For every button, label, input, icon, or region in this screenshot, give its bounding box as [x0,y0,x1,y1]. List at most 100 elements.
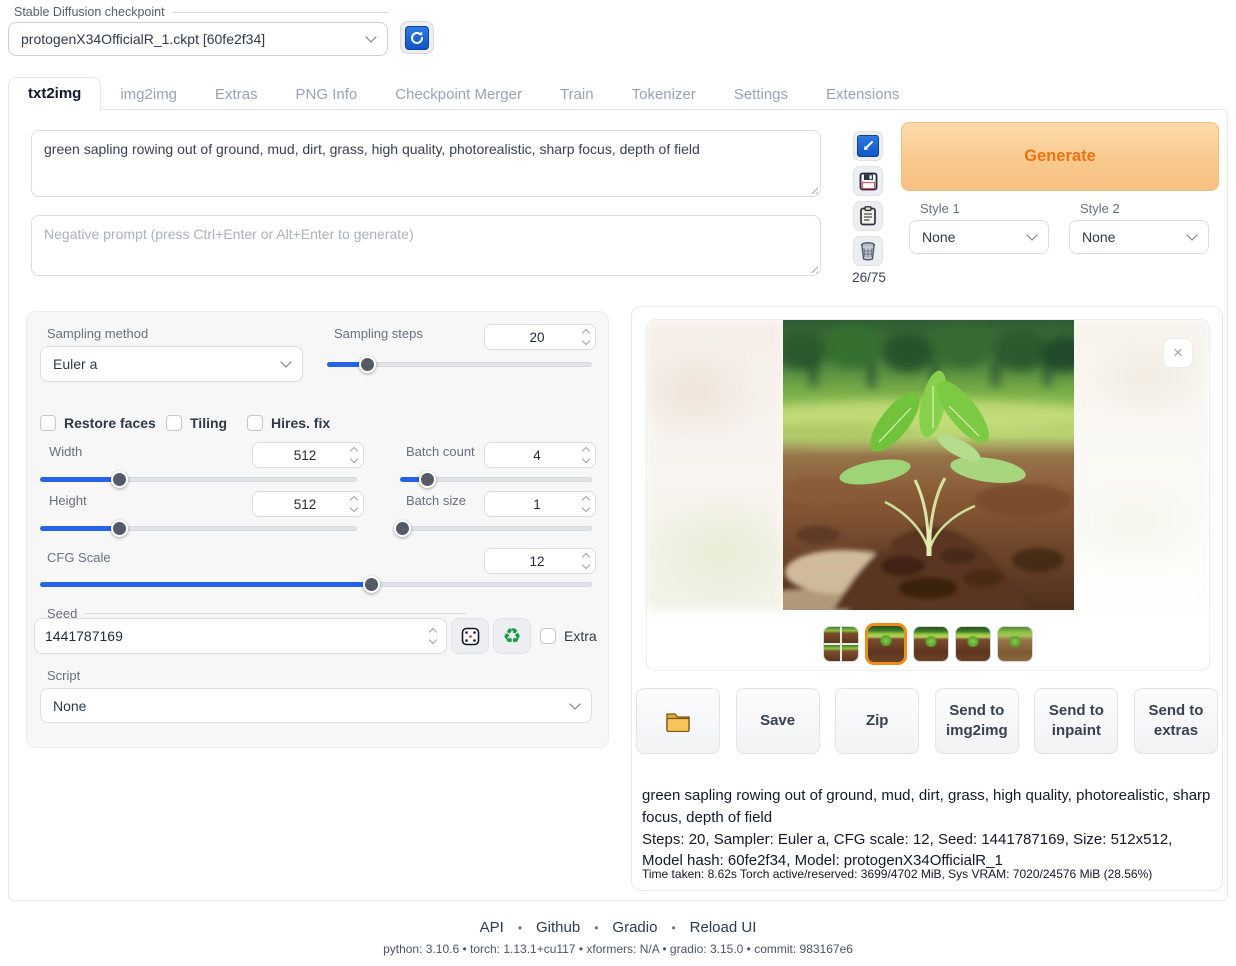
generate-button[interactable]: Generate [901,122,1219,191]
stepper-arrows[interactable] [351,497,357,511]
output-buttons-row: Save Zip Send to img2img Send to inpaint… [636,688,1218,754]
tab-tokenizer[interactable]: Tokenizer [613,79,715,110]
seed-input[interactable]: 1441787169 [34,618,447,654]
footer-link-github[interactable]: Github [536,919,580,936]
checkbox-box[interactable] [166,415,182,431]
thumbnail[interactable] [997,626,1033,662]
generation-info: green sapling rowing out of ground, mud,… [642,785,1212,872]
slider-handle[interactable] [419,471,436,488]
hires-fix-label: Hires. fix [271,415,330,431]
tab-img2img[interactable]: img2img [101,79,196,110]
style2-value: None [1082,229,1188,245]
style2-label: Style 2 [1080,201,1120,216]
bullet: • [671,921,675,935]
send-to-extras-button[interactable]: Send to extras [1134,688,1218,754]
folder-icon [665,710,691,732]
extra-seed-checkbox[interactable]: Extra [540,628,597,644]
batch-count-label: Batch count [406,444,475,459]
clear-prompt-button[interactable] [853,236,883,266]
stepper-arrows[interactable] [351,448,357,462]
save-style-button[interactable] [853,166,883,196]
stepper-arrows[interactable] [583,497,589,511]
thumbnail-selected[interactable] [865,623,907,665]
stepper-arrows[interactable] [583,448,589,462]
footer-link-api[interactable]: API [480,919,504,936]
blurred-preview-left [647,320,784,610]
label-divider [85,613,466,614]
send-to-inpaint-button[interactable]: Send to inpaint [1034,688,1118,754]
checkpoint-dropdown[interactable]: protogenX34OfficialR_1.ckpt [60fe2f34] [8,22,388,56]
slider-handle[interactable] [111,471,128,488]
sampling-steps-input[interactable]: 20 [484,324,596,350]
tiling-checkbox[interactable]: Tiling [166,415,227,431]
close-image-button[interactable]: × [1163,338,1193,368]
hires-fix-checkbox[interactable]: Hires. fix [247,415,330,431]
width-slider[interactable] [40,471,357,487]
restore-faces-checkbox[interactable]: Restore faces [40,415,156,431]
cfg-scale-slider[interactable] [40,576,592,592]
close-icon: × [1173,343,1183,363]
batch-size-input[interactable]: 1 [484,491,596,517]
negative-prompt-input[interactable] [31,215,821,276]
slider-handle[interactable] [363,576,380,593]
height-input[interactable]: 512 [252,491,364,517]
footer-link-reload-ui[interactable]: Reload UI [690,919,757,936]
width-label: Width [49,444,82,459]
checkbox-box[interactable] [540,628,556,644]
sampling-steps-slider[interactable] [327,356,592,372]
tab-checkpoint-merger[interactable]: Checkpoint Merger [376,79,541,110]
paste-params-button[interactable] [853,131,883,161]
tab-extras[interactable]: Extras [196,79,277,110]
zip-button[interactable]: Zip [835,688,919,754]
tab-train[interactable]: Train [541,79,613,110]
random-seed-button[interactable] [451,618,489,654]
checkpoint-selector: Stable Diffusion checkpoint protogenX34O… [8,4,388,56]
refresh-checkpoints-button[interactable] [400,21,434,54]
tab-txt2img[interactable]: txt2img [8,77,101,111]
height-value: 512 [259,497,351,512]
seed-value: 1441787169 [45,628,430,644]
generated-image[interactable] [783,320,1074,610]
extra-label: Extra [564,628,597,644]
cfg-scale-label: CFG Scale [47,550,111,565]
batch-count-value: 4 [491,448,583,463]
prompt-input[interactable]: green sapling rowing out of ground, mud,… [31,130,821,197]
slider-handle[interactable] [359,356,376,373]
batch-count-slider[interactable] [400,471,592,487]
batch-size-label: Batch size [406,493,466,508]
slider-handle[interactable] [111,520,128,537]
batch-count-input[interactable]: 4 [484,442,596,468]
send-to-img2img-button[interactable]: Send to img2img [935,688,1019,754]
cfg-scale-input[interactable]: 12 [484,548,596,574]
prompt-field-wrap: green sapling rowing out of ground, mud,… [31,130,821,197]
thumbnail-grid[interactable] [823,626,859,662]
style1-dropdown[interactable]: None [909,220,1049,254]
generation-settings-panel: Sampling method Euler a Sampling steps 2… [26,311,609,748]
checkbox-box[interactable] [40,415,56,431]
tab-extensions[interactable]: Extensions [807,79,918,110]
tab-settings[interactable]: Settings [715,79,807,110]
slider-handle[interactable] [394,520,411,537]
sampling-method-dropdown[interactable]: Euler a [40,346,303,382]
apply-style-button[interactable] [853,201,883,231]
open-folder-button[interactable] [636,688,720,754]
width-input[interactable]: 512 [252,442,364,468]
tab-png-info[interactable]: PNG Info [277,79,377,110]
footer-link-gradio[interactable]: Gradio [612,919,657,936]
script-dropdown[interactable]: None [40,688,592,723]
thumbnail[interactable] [913,626,949,662]
checkbox-box[interactable] [247,415,263,431]
stepper-arrows[interactable] [583,330,589,344]
token-counter: 26/75 [847,270,891,285]
batch-size-slider[interactable] [400,520,592,536]
height-slider[interactable] [40,520,357,536]
style2-dropdown[interactable]: None [1069,220,1209,254]
sampling-steps-value: 20 [491,330,583,345]
label-divider [173,12,388,13]
save-button[interactable]: Save [736,688,820,754]
stepper-arrows[interactable] [430,629,436,643]
recycle-icon: ♻ [503,624,522,649]
reuse-seed-button[interactable]: ♻ [493,618,531,654]
thumbnail[interactable] [955,626,991,662]
stepper-arrows[interactable] [583,554,589,568]
